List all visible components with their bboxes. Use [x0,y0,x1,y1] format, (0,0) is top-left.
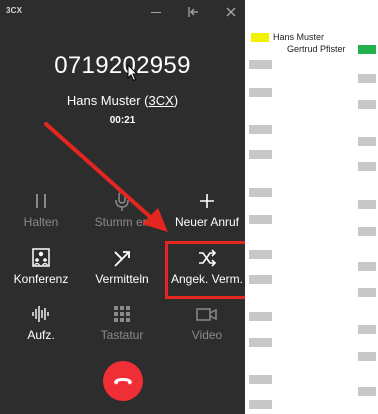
timeline-marker-right [358,227,376,236]
timeline-marker-left [249,125,272,134]
video-camera-icon [196,308,217,321]
caller-info: Hans Muster (3CX) [66,93,179,108]
conference-icon [32,248,50,267]
keypad-label: Tastatur [100,328,144,342]
legend-label-1: Hans Muster [273,32,325,42]
video-label: Video [191,328,223,342]
transfer-button[interactable]: Vermitteln [82,247,162,286]
legend-swatch-2 [358,45,376,54]
timeline-marker-left [249,250,272,259]
timeline-panel: Hans Muster Gertrud Pfister [245,0,378,414]
new-call-button[interactable]: Neuer Anruf [167,190,247,229]
record-button[interactable]: Aufz. [1,303,81,342]
caller-name: Hans Muster [66,93,141,108]
record-label: Aufz. [27,328,55,342]
waveform-icon [32,306,49,322]
timeline-marker-right [358,262,376,271]
keypad-icon [114,306,130,322]
title-bar: 3CX [0,0,245,24]
softphone-window: 3CX 0719202959 Hans Muster (3CX) 00:21 H… [0,0,249,414]
minimize-icon [151,12,161,13]
transfer-label: Vermitteln [95,272,149,286]
app-logo: 3CX [6,6,23,15]
timeline-marker-left [249,188,272,197]
mouse-cursor-icon [127,64,139,82]
caller-source-link[interactable]: 3CX [149,93,174,108]
annotation-arrow [44,122,168,232]
timeline-marker-left [249,338,272,347]
plus-icon [200,194,214,208]
hangup-phone-icon [114,378,132,385]
timeline-marker-left [249,312,272,321]
close-icon [226,7,236,17]
timeline-marker-right [358,387,376,396]
timeline-marker-right [358,325,376,334]
conference-button[interactable]: Konferenz [1,247,81,286]
keypad-button[interactable]: Tastatur [82,303,162,342]
timeline-marker-right [358,100,376,109]
phone-number: 0719202959 [54,52,191,79]
timeline-marker-left [249,88,272,97]
timeline-marker-left [249,150,272,159]
timeline-marker-right [358,288,376,297]
timeline-marker-right [358,137,376,146]
timeline-marker-left [249,400,272,409]
timeline-marker-right [358,200,376,209]
video-button[interactable]: Video [167,303,247,342]
pin-button[interactable] [183,2,203,22]
conference-label: Konferenz [13,272,69,286]
timeline-marker-left [249,275,272,284]
timeline-marker-right [358,74,376,83]
annotation-highlight-box [165,241,249,299]
legend-label-2: Gertrud Pfister [287,44,346,54]
new-call-label: Neuer Anruf [174,215,240,229]
transfer-icon [114,251,130,267]
timeline-marker-left [249,375,272,384]
timeline-marker-right [358,162,376,171]
timeline-marker-left [249,60,272,69]
minimize-button[interactable] [146,2,166,22]
hangup-button[interactable] [103,361,143,401]
collapse-icon [188,7,198,17]
timeline-marker-right [358,352,376,361]
close-button[interactable] [221,2,241,22]
timeline-marker-left [249,215,272,224]
legend-swatch-1 [251,33,269,42]
